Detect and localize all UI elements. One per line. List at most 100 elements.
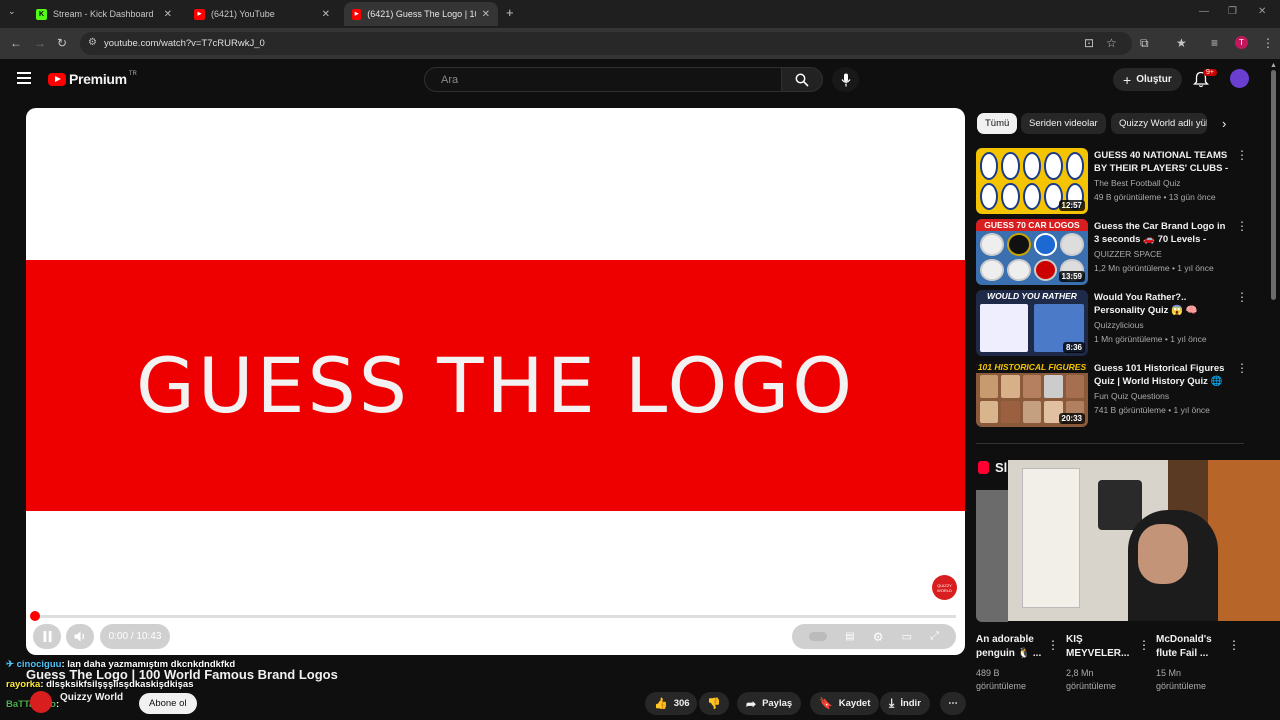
channel-name[interactable]: Quizzylicious: [1094, 320, 1144, 330]
search-input[interactable]: [425, 68, 781, 92]
install-app-icon[interactable]: ⊡: [1084, 36, 1094, 50]
progress-bar[interactable]: [34, 615, 956, 618]
channel-watermark[interactable]: QUIZZY WORLD: [932, 575, 957, 600]
short-views: 2,8 Mn görüntüleme: [1066, 668, 1117, 691]
video-duration: 12:57: [1058, 200, 1085, 211]
site-info-icon[interactable]: ⚙: [88, 37, 97, 48]
video-thumbnail[interactable]: 12:57: [976, 148, 1088, 214]
video-title[interactable]: Guess 101 Historical Figures Quiz | Worl…: [1094, 362, 1230, 388]
video-title[interactable]: Guess the Car Brand Logo in 3 seconds 🚗 …: [1094, 220, 1230, 247]
close-window-icon[interactable]: ✕: [1258, 6, 1266, 17]
more-options-icon[interactable]: ⋮: [1228, 638, 1240, 652]
tab-youtube-home[interactable]: ▶ (6421) YouTube ✕: [186, 2, 338, 26]
page-scrollbar[interactable]: [1271, 70, 1276, 300]
short-thumbnail[interactable]: [976, 490, 1008, 622]
fullscreen-icon[interactable]: ⤢: [930, 630, 939, 643]
more-options-icon[interactable]: ⋮: [1047, 638, 1059, 652]
favorites-icon[interactable]: ★: [1176, 36, 1187, 50]
minimize-icon[interactable]: —: [1199, 6, 1209, 17]
short-title[interactable]: McDonald's flute Fail ...: [1156, 633, 1226, 661]
tab-guess-the-logo[interactable]: ▶ (6421) Guess The Logo | 100 W ✕: [344, 2, 498, 26]
notification-badge: 9+: [1203, 69, 1217, 76]
back-icon[interactable]: ←: [10, 36, 22, 50]
maximize-icon[interactable]: ❐: [1228, 6, 1237, 17]
time-display: 0:00 / 10:43: [100, 624, 170, 649]
address-bar[interactable]: ⚙ youtube.com/watch?v=T7cRURwkJ_0: [80, 32, 1132, 55]
media-control-icon[interactable]: ≡: [1211, 36, 1218, 50]
video-thumbnail[interactable]: GUESS 70 CAR LOGOS 13:59: [976, 219, 1088, 285]
chip-all[interactable]: Tümü: [977, 113, 1018, 134]
youtube-premium-logo[interactable]: Premium TR: [48, 71, 137, 87]
extensions-icon[interactable]: ⧉: [1140, 36, 1149, 51]
new-tab-button[interactable]: +: [506, 5, 514, 20]
channel-name[interactable]: Fun Quiz Questions: [1094, 391, 1169, 401]
scroll-up-icon[interactable]: ▲: [1270, 62, 1277, 69]
more-options-icon[interactable]: ⋮: [1236, 148, 1248, 162]
subscribe-button[interactable]: Abone ol: [139, 693, 197, 714]
browser-menu-icon[interactable]: ⋮: [1262, 36, 1274, 50]
short-title[interactable]: An adorable penguin 🐧 ...: [976, 633, 1042, 661]
webcam-face: [1138, 524, 1188, 584]
forward-icon[interactable]: →: [34, 36, 46, 50]
autoplay-toggle[interactable]: [809, 632, 828, 641]
browser-profile-avatar[interactable]: T: [1235, 36, 1248, 49]
reload-icon[interactable]: ↻: [57, 36, 67, 50]
close-tab-icon[interactable]: ✕: [482, 9, 490, 20]
recommended-video[interactable]: 12:57 GUESS 40 NATIONAL TEAMS BY THEIR P…: [976, 148, 1248, 214]
tab-kick-dashboard[interactable]: K Stream - Kick Dashboard ✕: [28, 2, 180, 26]
video-meta: 741 B görüntüleme • 1 yıl önce: [1094, 405, 1210, 415]
video-player[interactable]: GUESS THE LOGO QUIZZY WORLD 0:00 / 10:43…: [26, 108, 965, 655]
video-title[interactable]: GUESS 40 NATIONAL TEAMS BY THEIR PLAYERS…: [1094, 149, 1230, 176]
channel-name[interactable]: QUIZZER SPACE: [1094, 249, 1162, 259]
tab-title: (6421) YouTube: [211, 9, 275, 19]
progress-scrubber[interactable]: [30, 611, 40, 621]
shorts-label: Sl: [995, 460, 1008, 475]
voice-search-button[interactable]: [832, 67, 859, 92]
short-title[interactable]: KIŞ MEYVELER...: [1066, 633, 1136, 661]
more-actions-button[interactable]: ⋯: [940, 692, 966, 715]
more-options-icon[interactable]: ⋮: [1236, 219, 1248, 233]
tab-title: (6421) Guess The Logo | 100 W: [367, 9, 475, 19]
save-button[interactable]: 🔖 Kaydet: [810, 692, 880, 715]
subtitles-icon[interactable]: ▤: [845, 631, 854, 642]
chip-series[interactable]: Seriden videolar: [1021, 113, 1106, 134]
theater-mode-icon[interactable]: ▭: [902, 630, 912, 643]
like-button[interactable]: 👍 306: [645, 692, 697, 715]
more-options-icon[interactable]: ⋮: [1236, 290, 1248, 304]
more-options-icon[interactable]: ⋮: [1138, 638, 1150, 652]
settings-gear-icon[interactable]: ⚙: [873, 630, 884, 644]
channel-avatar[interactable]: [30, 691, 52, 713]
recommended-video[interactable]: 101 HISTORICAL FIGURES 20:33 Guess 101 H…: [976, 361, 1248, 427]
video-thumbnail[interactable]: WOULD YOU RATHER 8:36: [976, 290, 1088, 356]
recommended-video[interactable]: WOULD YOU RATHER 8:36 Would You Rather?.…: [976, 290, 1248, 356]
twitter-icon: ✈: [6, 659, 14, 670]
share-button[interactable]: ➦ Paylaş: [737, 692, 802, 715]
bookmark-star-icon[interactable]: ☆: [1106, 36, 1117, 50]
logo-text: Premium: [69, 71, 127, 87]
search-button[interactable]: [781, 67, 823, 92]
channel-name[interactable]: Quizzy World: [60, 692, 123, 703]
chips-next-icon[interactable]: ›: [1222, 116, 1226, 131]
dislike-button[interactable]: 👎: [699, 692, 729, 715]
close-tab-icon[interactable]: ✕: [164, 9, 172, 20]
volume-button[interactable]: [66, 624, 94, 649]
video-title[interactable]: Would You Rather?.. Personality Quiz 😱 🧠: [1094, 291, 1230, 317]
recommended-video[interactable]: GUESS 70 CAR LOGOS 13:59 Guess the Car B…: [976, 219, 1248, 285]
youtube-play-icon: [48, 72, 66, 86]
menu-icon[interactable]: [17, 72, 31, 87]
youtube-icon: ▶: [352, 8, 362, 20]
download-button[interactable]: ⤓ İndir: [880, 692, 930, 715]
tab-search-chevron-icon[interactable]: ⌄: [8, 6, 16, 17]
pause-button[interactable]: [33, 624, 61, 649]
create-button[interactable]: + Oluştur: [1113, 68, 1182, 91]
youtube-header: Premium TR + Oluştur 9+: [0, 59, 1280, 101]
video-thumbnail[interactable]: 101 HISTORICAL FIGURES 20:33: [976, 361, 1088, 427]
user-avatar[interactable]: [1230, 69, 1249, 88]
channel-name[interactable]: The Best Football Quiz: [1094, 178, 1180, 188]
close-tab-icon[interactable]: ✕: [322, 9, 330, 20]
webcam-curtain: [1208, 460, 1280, 621]
video-meta: 49 B görüntüleme • 13 gün önce: [1094, 192, 1216, 202]
video-meta: 1,2 Mn görüntüleme • 1 yıl önce: [1094, 263, 1214, 273]
more-options-icon[interactable]: ⋮: [1236, 361, 1248, 375]
chip-channel[interactable]: Quizzy World adlı yük: [1111, 113, 1207, 134]
